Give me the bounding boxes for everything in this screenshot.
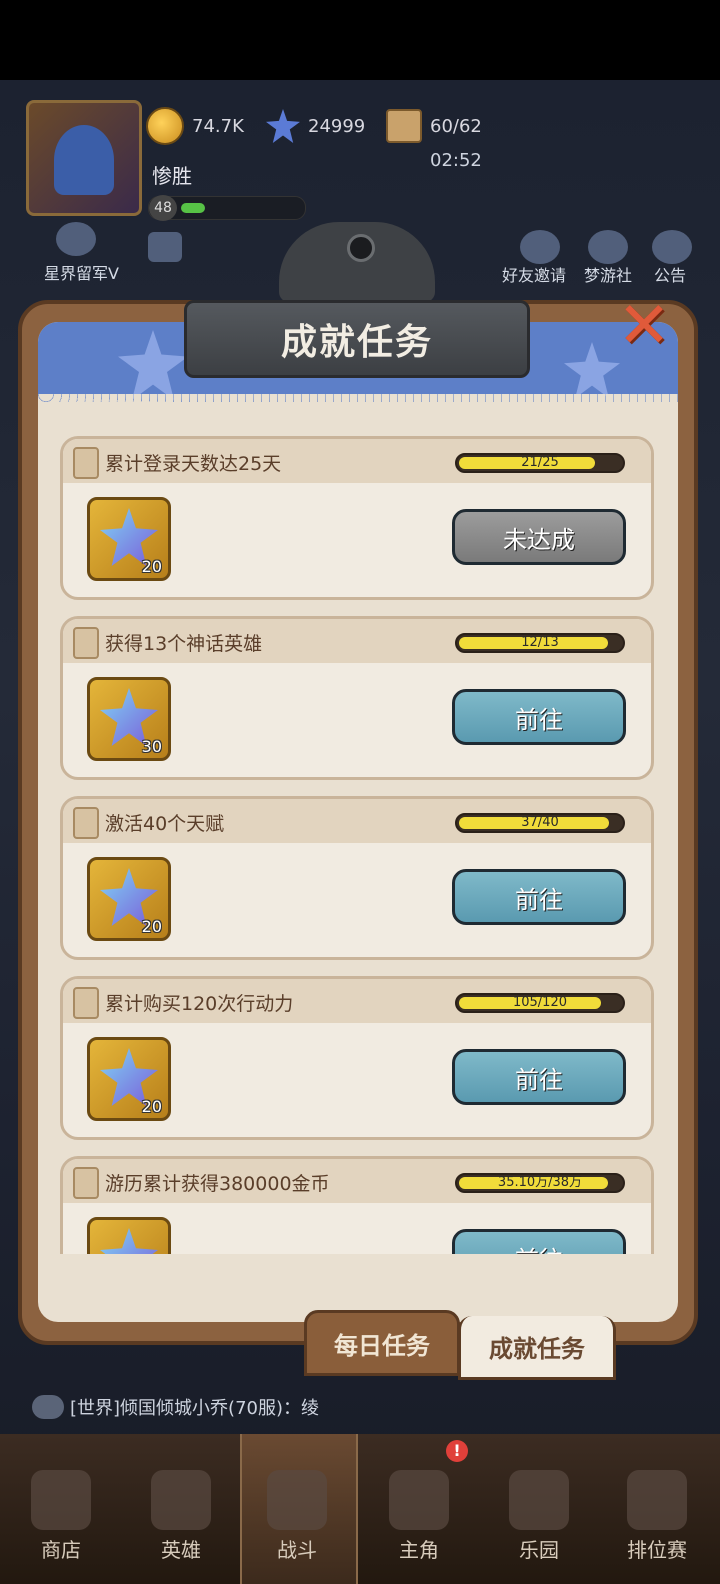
reward-item[interactable]: 20: [87, 497, 171, 581]
close-button[interactable]: ✕: [612, 289, 676, 363]
guild-icon[interactable]: [56, 222, 96, 256]
nav-label: 主角: [399, 1538, 439, 1562]
reward-item[interactable]: 20: [87, 1037, 171, 1121]
avatar-portrait: [54, 125, 114, 195]
gem-icon: [266, 109, 300, 143]
task-progress-bar: 105/120: [455, 993, 625, 1013]
task-progress-bar: 12/13: [455, 633, 625, 653]
nav-label: 排位赛: [627, 1538, 687, 1562]
world-chat[interactable]: [世界]倾国倾城小乔(70服)：绫: [32, 1392, 319, 1422]
task-go-button[interactable]: 前往: [452, 1229, 626, 1254]
stamina-timer: 02:52: [430, 150, 482, 171]
stamina-resource[interactable]: 60/62: [386, 109, 482, 143]
task-title: 激活40个天赋: [105, 813, 225, 835]
castle-icon: [509, 1470, 569, 1530]
task-card: 累计购买120次行动力 105/120 20 前往: [60, 976, 654, 1140]
task-progress-text: 12/13: [521, 635, 559, 650]
task-go-button[interactable]: 前往: [452, 869, 626, 925]
gem-amount: 24999: [308, 115, 366, 137]
task-progress-bar: 37/40: [455, 813, 625, 833]
tab-daily-tasks[interactable]: 每日任务: [304, 1310, 460, 1376]
clipboard-hole: [347, 234, 375, 262]
task-progress-text: 37/40: [521, 815, 559, 830]
chat-bubble-icon: [32, 1395, 64, 1419]
nav-ranked[interactable]: 排位赛: [602, 1434, 712, 1584]
reward-item[interactable]: 20: [87, 857, 171, 941]
gold-resource[interactable]: 74.7K: [146, 107, 244, 145]
task-go-button[interactable]: 前往: [452, 689, 626, 745]
task-card: 累计登录天数达25天 21/25 20 未达成: [60, 436, 654, 600]
gold-amount: 74.7K: [192, 115, 244, 137]
level-number: 48: [149, 195, 177, 221]
announcement-icon[interactable]: [652, 230, 692, 264]
nav-shop[interactable]: 商店: [6, 1434, 116, 1584]
header-wave-edge: [38, 394, 678, 410]
nav-label: 商店: [41, 1538, 81, 1562]
shop-icon: [31, 1470, 91, 1530]
task-progress-text: 105/120: [512, 995, 567, 1010]
scroll-icon: [73, 447, 99, 479]
task-progress-bar: 21/25: [455, 453, 625, 473]
stamina-amount: 60/62: [430, 115, 482, 137]
gem-resource[interactable]: 24999: [266, 109, 366, 143]
task-card: 游历累计获得380000金币 35.10万/38万 20 前往: [60, 1156, 654, 1254]
task-list[interactable]: 累计登录天数达25天 21/25 20 未达成 获得13个神话英雄 12/13 …: [60, 436, 654, 1254]
task-title: 累计购买120次行动力: [105, 993, 294, 1015]
task-title: 累计登录天数达25天: [105, 453, 282, 475]
task-progress-bar: 35.10万/38万: [455, 1173, 625, 1193]
nav-label: 乐园: [519, 1538, 559, 1562]
nav-label: 英雄: [161, 1538, 201, 1562]
chat-message: [世界]倾国倾城小乔(70服)：绫: [70, 1398, 319, 1419]
dream-club-label[interactable]: 梦游社: [584, 262, 632, 286]
stamina-biscuit-icon: [386, 109, 422, 143]
tab-achievement-tasks[interactable]: 成就任务: [458, 1316, 616, 1380]
player-name: 惨胜: [152, 164, 192, 188]
scroll-icon: [73, 987, 99, 1019]
task-progress-text: 21/25: [521, 455, 559, 470]
level-bar: 48: [148, 195, 306, 221]
hero-cards-icon: [151, 1470, 211, 1530]
task-progress-text: 35.10万/38万: [497, 1175, 583, 1190]
dream-club-icon[interactable]: [588, 230, 628, 264]
scroll-icon: [73, 627, 99, 659]
panel-title: 成就任务: [184, 300, 530, 378]
scroll-icon: [73, 1167, 99, 1199]
nav-battle[interactable]: 战斗: [240, 1434, 358, 1584]
reward-count: 20: [141, 1097, 162, 1116]
guild-label[interactable]: 星界留军V: [44, 260, 119, 284]
reward-count: 20: [141, 557, 162, 576]
star-gem-icon: [100, 1228, 158, 1254]
battle-sword-icon: [267, 1470, 327, 1530]
clipboard-title: 成就任务: [184, 222, 530, 382]
task-title: 获得13个神话英雄: [105, 633, 263, 655]
reward-item[interactable]: 30: [87, 677, 171, 761]
reward-item[interactable]: 20: [87, 1217, 171, 1254]
reward-count: 30: [141, 737, 162, 756]
reward-count: 20: [141, 917, 162, 936]
decor-star-icon: [118, 330, 188, 400]
tv-icon[interactable]: [148, 232, 182, 262]
close-x-icon: ✕: [617, 289, 671, 363]
nav-park[interactable]: 乐园: [484, 1434, 594, 1584]
bottom-nav: 商店 英雄 战斗 主角 乐园 排位赛: [0, 1434, 720, 1584]
player-avatar[interactable]: [26, 100, 142, 216]
task-title: 游历累计获得380000金币: [105, 1173, 330, 1195]
level-progress-fill: [181, 203, 205, 213]
alert-badge-icon: !: [446, 1440, 468, 1462]
nav-label: 战斗: [277, 1538, 317, 1562]
task-not-achieved-button[interactable]: 未达成: [452, 509, 626, 565]
task-card: 激活40个天赋 37/40 20 前往: [60, 796, 654, 960]
task-card: 获得13个神话英雄 12/13 30 前往: [60, 616, 654, 780]
gold-coin-icon: [146, 107, 184, 145]
lock-icon: [627, 1470, 687, 1530]
owl-hero-icon: [389, 1470, 449, 1530]
announcement-label[interactable]: 公告: [654, 262, 686, 286]
task-go-button[interactable]: 前往: [452, 1049, 626, 1105]
nav-heroes[interactable]: 英雄: [126, 1434, 236, 1584]
scroll-icon: [73, 807, 99, 839]
